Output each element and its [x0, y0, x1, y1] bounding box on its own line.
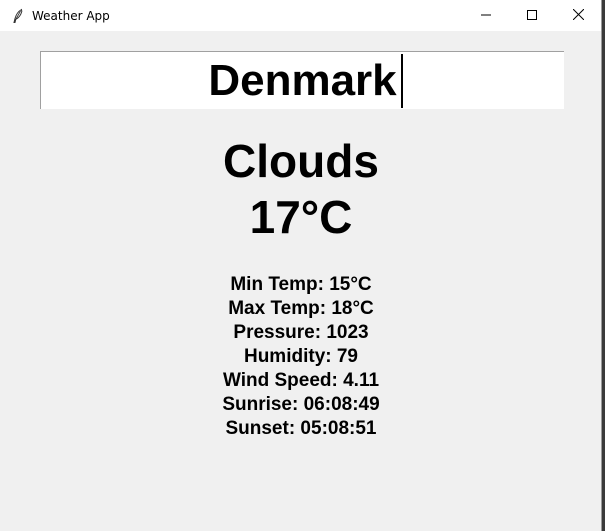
- minimize-icon: [481, 7, 491, 25]
- min-temp-label: Min Temp: 15°C: [230, 274, 372, 295]
- weather-details: Min Temp: 15°C Max Temp: 18°C Pressure: …: [0, 273, 602, 441]
- title-bar[interactable]: Weather App: [0, 0, 601, 31]
- weather-condition: Clouds: [223, 135, 379, 187]
- window-title: Weather App: [32, 8, 110, 23]
- close-icon: [572, 7, 584, 25]
- window-controls: [463, 0, 601, 31]
- max-temp-label: Max Temp: 18°C: [228, 298, 374, 319]
- current-temperature: 17°C: [249, 191, 353, 243]
- wind-speed-label: Wind Speed: 4.11: [222, 370, 380, 391]
- maximize-button[interactable]: [509, 0, 555, 31]
- minimize-button[interactable]: [463, 0, 509, 31]
- sunrise-label: Sunrise: 06:08:49: [222, 394, 380, 415]
- text-caret: [401, 54, 403, 108]
- maximize-icon: [527, 7, 537, 25]
- feather-icon: [10, 8, 26, 24]
- app-window: Weather App Clouds 17°C Min Temp: 15°: [0, 0, 602, 531]
- city-search-input[interactable]: [40, 51, 564, 109]
- pressure-label: Pressure: 1023: [233, 322, 369, 343]
- close-button[interactable]: [555, 0, 601, 31]
- sunset-label: Sunset: 05:08:51: [225, 418, 377, 439]
- humidity-label: Humidity: 79: [243, 346, 359, 367]
